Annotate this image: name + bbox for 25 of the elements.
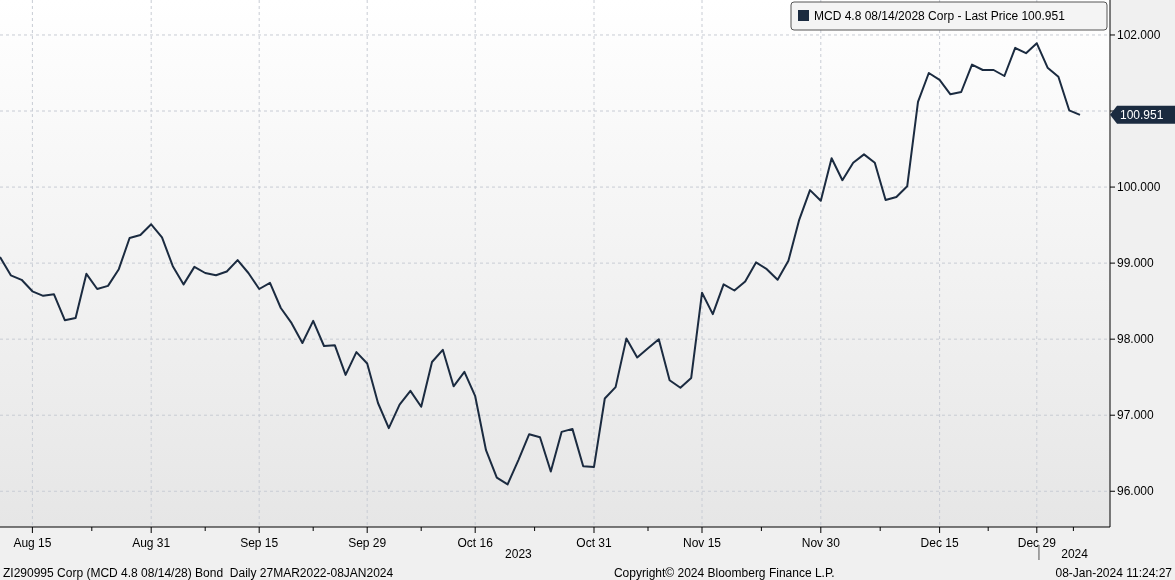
x-axis-label: Nov 30	[801, 536, 840, 550]
footer-copyright: Copyright© 2024 Bloomberg Finance L.P.	[613, 566, 835, 579]
x-axis-label: Oct 16	[457, 536, 493, 550]
y-axis-label: 98.000	[1117, 332, 1154, 347]
legend-label: MCD 4.8 08/14/2028 Corp - Last Price 100.951	[814, 9, 1065, 23]
x-axis-label: Sep 29	[348, 536, 387, 550]
x-axis-label: Dec 29	[1017, 536, 1056, 550]
x-axis-label: Nov 15	[683, 536, 721, 550]
year-label: 2024	[1061, 547, 1088, 561]
footer-timestamp: 08-Jan-2024 11:24:27	[1055, 566, 1172, 579]
x-axis-label: Aug 15	[13, 536, 52, 550]
y-axis-label: 96.000	[1117, 484, 1154, 499]
y-axis-label: 102.000	[1117, 28, 1161, 42]
legend-swatch-icon	[798, 10, 809, 21]
last-price-tag: 100.951	[1110, 105, 1175, 124]
x-axis-label: Sep 15	[240, 536, 279, 550]
footer-security-info: ZI290995 Corp (MCD 4.8 08/14/28) Bond Daily 27MAR2022-08JAN2024	[3, 566, 394, 579]
y-axis-label: 100.000	[1117, 180, 1161, 195]
x-axis-label: Dec 15	[920, 536, 959, 550]
y-axis-label: 99.000	[1117, 256, 1154, 271]
year-label: 2023	[505, 547, 532, 561]
y-axis-label: 97.000	[1117, 408, 1154, 423]
year-separator	[1038, 544, 1040, 561]
x-axis-label: Oct 31	[576, 536, 612, 550]
x-axis-label: Aug 31	[132, 536, 171, 550]
